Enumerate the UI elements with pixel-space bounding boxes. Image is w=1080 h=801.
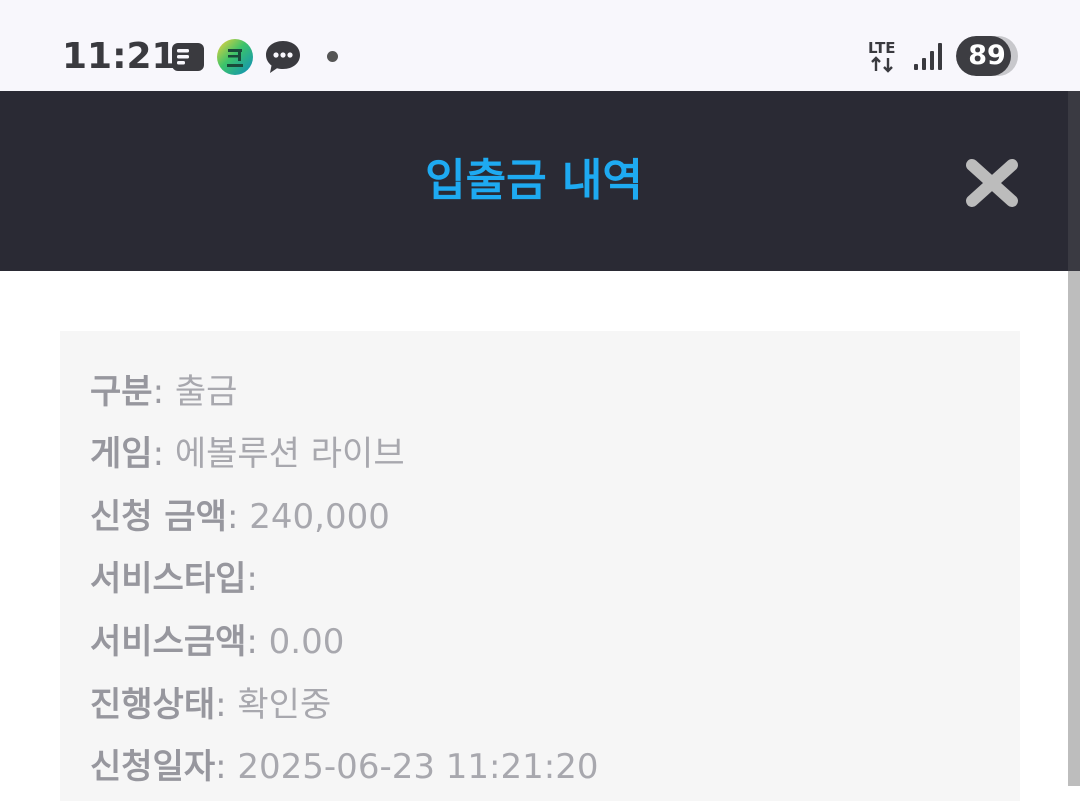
- close-icon[interactable]: [962, 155, 1022, 211]
- detail-row-date: 신청일자: 2025-06-23 11:21:20: [90, 747, 599, 787]
- detail-value: 240,000: [249, 497, 390, 537]
- detail-label: 서비스금액: [90, 622, 247, 662]
- scrollbar-top: [1068, 91, 1080, 271]
- detail-label: 구분: [90, 372, 153, 412]
- detail-label: 게임: [90, 434, 153, 474]
- signal-icon: [914, 43, 942, 70]
- detail-value: 0.00: [268, 622, 345, 662]
- detail-card: 구분: 출금 게임: 에볼루션 라이브 신청 금액: 240,000 서비스타입…: [60, 331, 1020, 801]
- status-badge: 확인중: [237, 685, 332, 725]
- detail-row-amount: 신청 금액: 240,000: [90, 497, 390, 537]
- page-title: 입출금 내역: [425, 155, 643, 206]
- status-bar: 11:21 LTE 89: [0, 0, 1080, 91]
- scrollbar-thumb[interactable]: [1068, 271, 1080, 786]
- detail-value: 에볼루션 라이브: [174, 434, 405, 474]
- detail-value: 2025-06-23 11:21:20: [237, 747, 599, 787]
- detail-label: 진행상태: [90, 685, 216, 725]
- lte-label: LTE: [868, 39, 896, 57]
- status-time: 11:21: [62, 36, 177, 77]
- detail-label: 신청일자: [90, 747, 216, 787]
- lte-icon: LTE: [868, 39, 896, 73]
- dot-icon: [327, 51, 338, 62]
- battery-level: 89: [968, 40, 1006, 71]
- battery-icon: 89: [956, 36, 1018, 76]
- detail-label: 서비스타입: [90, 559, 247, 599]
- detail-row-game: 게임: 에볼루션 라이브: [90, 434, 405, 474]
- detail-row-service-amount: 서비스금액: 0.00: [90, 622, 345, 662]
- notes-icon: [172, 43, 204, 71]
- detail-row-type: 구분: 출금: [90, 372, 238, 412]
- detail-row-service-type: 서비스타입:: [90, 559, 258, 599]
- detail-label: 신청 금액: [90, 497, 227, 537]
- green-app-icon: [217, 39, 253, 75]
- chat-bubble-icon: [266, 41, 300, 73]
- detail-row-status: 진행상태: 확인중: [90, 685, 332, 725]
- detail-value: 출금: [174, 372, 238, 412]
- modal-header: 입출금 내역: [0, 91, 1068, 271]
